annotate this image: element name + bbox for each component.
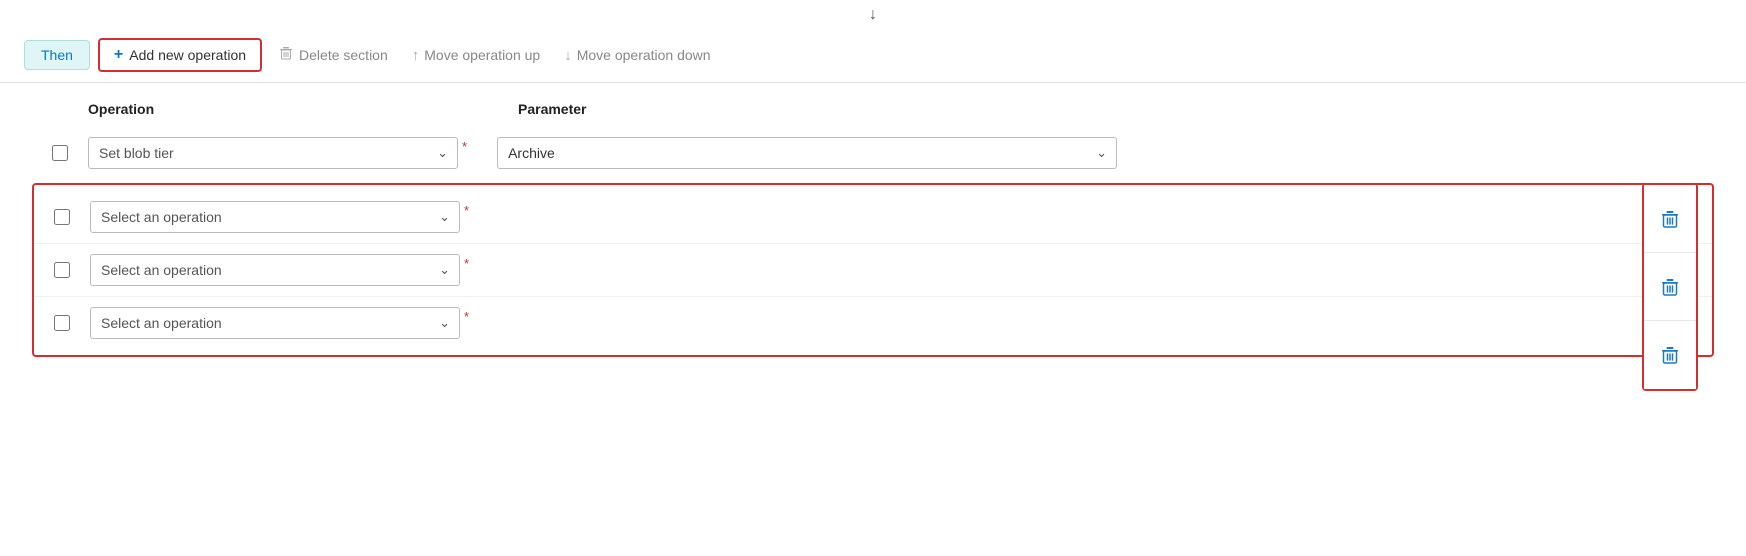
delete-row-2-button[interactable] bbox=[1644, 185, 1696, 253]
row-3-checkbox[interactable] bbox=[54, 262, 70, 278]
row-1-param-select[interactable]: Archive Cool Hot bbox=[497, 137, 1117, 169]
row-4-required-star: * bbox=[464, 309, 469, 324]
column-headers: Operation Parameter bbox=[32, 101, 1714, 127]
arrow-down-icon: ↓ bbox=[564, 47, 572, 64]
delete-section-label: Delete section bbox=[299, 47, 388, 63]
col-parameter-header: Parameter bbox=[518, 101, 587, 117]
delete-row-3-icon bbox=[1659, 276, 1681, 298]
row-4-operation-select[interactable]: Select an operation Set blob tier Delete… bbox=[90, 307, 460, 339]
row-2-operation-select[interactable]: Select an operation Set blob tier Delete… bbox=[90, 201, 460, 233]
red-outline-section: Select an operation Set blob tier Delete… bbox=[32, 183, 1714, 357]
add-operation-label: Add new operation bbox=[129, 47, 246, 63]
move-up-button[interactable]: ↑ Move operation up bbox=[404, 43, 548, 68]
add-operation-button[interactable]: + Add new operation bbox=[98, 38, 262, 72]
operation-row-4: Select an operation Set blob tier Delete… bbox=[34, 297, 1712, 349]
row-1-operation-select[interactable]: Set blob tier bbox=[88, 137, 458, 169]
page-wrapper: ↓ Then + Add new operation Delete sectio… bbox=[0, 0, 1746, 556]
toolbar: Then + Add new operation Delete section … bbox=[0, 28, 1746, 83]
operation-row-3: Select an operation Set blob tier Delete… bbox=[34, 244, 1712, 297]
move-up-label: Move operation up bbox=[424, 47, 540, 63]
main-content: Operation Parameter Set blob tier ⌄ * Ar… bbox=[0, 83, 1746, 375]
down-arrow-icon: ↓ bbox=[869, 6, 877, 24]
delete-section-button[interactable]: Delete section bbox=[270, 41, 396, 69]
row-1-param-select-container: Archive Cool Hot ⌄ bbox=[497, 137, 1117, 169]
delete-row-3-button[interactable] bbox=[1644, 253, 1696, 321]
move-down-label: Move operation down bbox=[577, 47, 711, 63]
row-2-checkbox[interactable] bbox=[54, 209, 70, 225]
row-3-checkbox-cell bbox=[34, 262, 90, 278]
row-1-checkbox-cell bbox=[32, 145, 88, 161]
row-2-required-star: * bbox=[464, 203, 469, 218]
row-1-parameter-cell: Archive Cool Hot ⌄ bbox=[497, 137, 1714, 169]
row-1-checkbox[interactable] bbox=[52, 145, 68, 161]
row-4-checkbox-cell bbox=[34, 315, 90, 331]
row-4-operation-select-container: Select an operation Set blob tier Delete… bbox=[90, 307, 460, 339]
row-3-operation-select-container: Select an operation Set blob tier Delete… bbox=[90, 254, 460, 286]
move-down-button[interactable]: ↓ Move operation down bbox=[556, 43, 718, 68]
row-3-operation-select[interactable]: Select an operation Set blob tier Delete… bbox=[90, 254, 460, 286]
delete-buttons-column bbox=[1642, 183, 1698, 391]
row-4-checkbox[interactable] bbox=[54, 315, 70, 331]
trash-icon bbox=[278, 45, 294, 65]
row-3-required-star: * bbox=[464, 256, 469, 271]
plus-icon: + bbox=[114, 46, 123, 64]
delete-row-4-button[interactable] bbox=[1644, 321, 1696, 389]
operation-row-1: Set blob tier ⌄ * Archive Cool Hot ⌄ bbox=[32, 127, 1714, 179]
col-operation-header: Operation bbox=[88, 101, 488, 117]
then-button[interactable]: Then bbox=[24, 40, 90, 70]
delete-row-4-icon bbox=[1659, 344, 1681, 366]
row-2-checkbox-cell bbox=[34, 209, 90, 225]
row-2-operation-select-container: Select an operation Set blob tier Delete… bbox=[90, 201, 460, 233]
operation-row-2: Select an operation Set blob tier Delete… bbox=[34, 191, 1712, 244]
row-1-operation-select-container: Set blob tier ⌄ bbox=[88, 137, 458, 169]
top-arrow: ↓ bbox=[0, 0, 1746, 28]
row-1-required-star: * bbox=[462, 139, 467, 154]
delete-row-2-icon bbox=[1659, 208, 1681, 230]
outlined-section-wrapper: Select an operation Set blob tier Delete… bbox=[32, 183, 1714, 357]
arrow-up-icon: ↑ bbox=[412, 47, 420, 64]
